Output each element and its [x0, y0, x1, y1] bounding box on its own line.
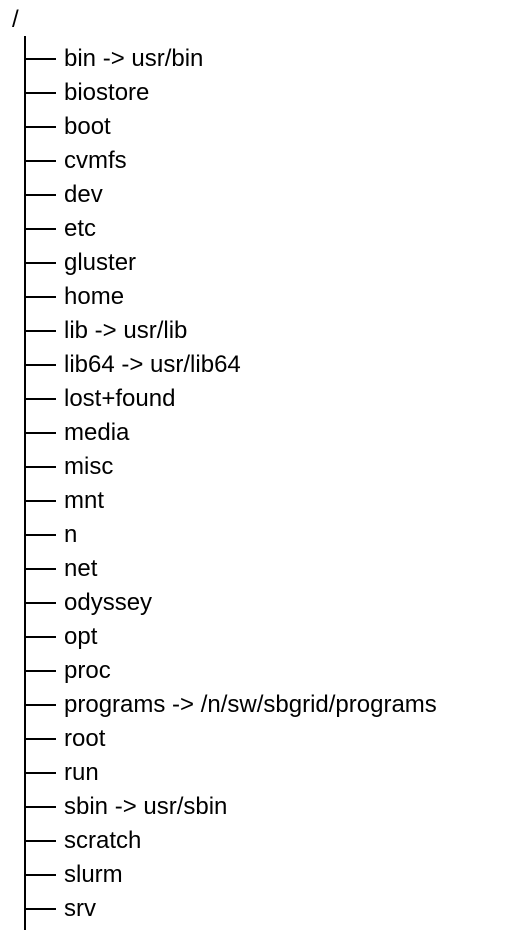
tree-node: dev	[24, 178, 520, 212]
tree-node: scratch	[24, 824, 520, 858]
tree-node: proc	[24, 654, 520, 688]
tree-node-label: sbin -> usr/sbin	[64, 795, 227, 819]
tree-node-label: lost+found	[64, 387, 175, 411]
tree-node: sbin -> usr/sbin	[24, 790, 520, 824]
tree-node-label: cvmfs	[64, 149, 127, 173]
tree-node: odyssey	[24, 586, 520, 620]
tree-node: home	[24, 280, 520, 314]
tree-node-label: lib64 -> usr/lib64	[64, 353, 241, 377]
tree-node: root	[24, 722, 520, 756]
tree-node: lost+found	[24, 382, 520, 416]
tree-node-label: net	[64, 557, 97, 581]
tree-node-label: media	[64, 421, 129, 445]
tree-node: lib64 -> usr/lib64	[24, 348, 520, 382]
tree-node-label: boot	[64, 115, 111, 139]
tree-node-label: scratch	[64, 829, 141, 853]
tree-node: misc	[24, 450, 520, 484]
tree-node: etc	[24, 212, 520, 246]
tree-node: slurm	[24, 858, 520, 892]
tree-node-label: mnt	[64, 489, 104, 513]
tree-node-label: misc	[64, 455, 113, 479]
tree-node: gluster	[24, 246, 520, 280]
tree-node-label: biostore	[64, 81, 149, 105]
tree-node-label: srv	[64, 897, 96, 921]
tree-node-label: bin -> usr/bin	[64, 47, 203, 71]
tree-node-label: proc	[64, 659, 111, 683]
tree-node: biostore	[24, 76, 520, 110]
tree-node-label: etc	[64, 217, 96, 241]
tree-node-label: programs -> /n/sw/sbgrid/programs	[64, 693, 437, 717]
tree-node: mnt	[24, 484, 520, 518]
tree-node: media	[24, 416, 520, 450]
tree-node-label: slurm	[64, 863, 123, 887]
tree-node-label: lib -> usr/lib	[64, 319, 187, 343]
tree-node: opt	[24, 620, 520, 654]
tree-node: cvmfs	[24, 144, 520, 178]
tree-node-label: root	[64, 727, 105, 751]
tree-node-label: gluster	[64, 251, 136, 275]
tree-node-label: odyssey	[64, 591, 152, 615]
tree-node-label: dev	[64, 183, 103, 207]
tree-node: bin -> usr/bin	[24, 42, 520, 76]
tree-node: n	[24, 518, 520, 552]
tree-node: net	[24, 552, 520, 586]
tree-children: bin -> usr/bin biostore boot cvmfs dev e…	[24, 42, 520, 926]
tree-node-label: opt	[64, 625, 97, 649]
tree-node-label: home	[64, 285, 124, 309]
tree-node: programs -> /n/sw/sbgrid/programs	[24, 688, 520, 722]
tree-node-label: run	[64, 761, 99, 785]
tree-root: /	[8, 8, 520, 42]
directory-tree: / bin -> usr/bin biostore boot cvmfs dev…	[0, 0, 520, 926]
tree-node: run	[24, 756, 520, 790]
tree-node: srv	[24, 892, 520, 926]
tree-root-label: /	[12, 8, 19, 32]
tree-node: lib -> usr/lib	[24, 314, 520, 348]
tree-node-label: n	[64, 523, 77, 547]
tree-node: boot	[24, 110, 520, 144]
